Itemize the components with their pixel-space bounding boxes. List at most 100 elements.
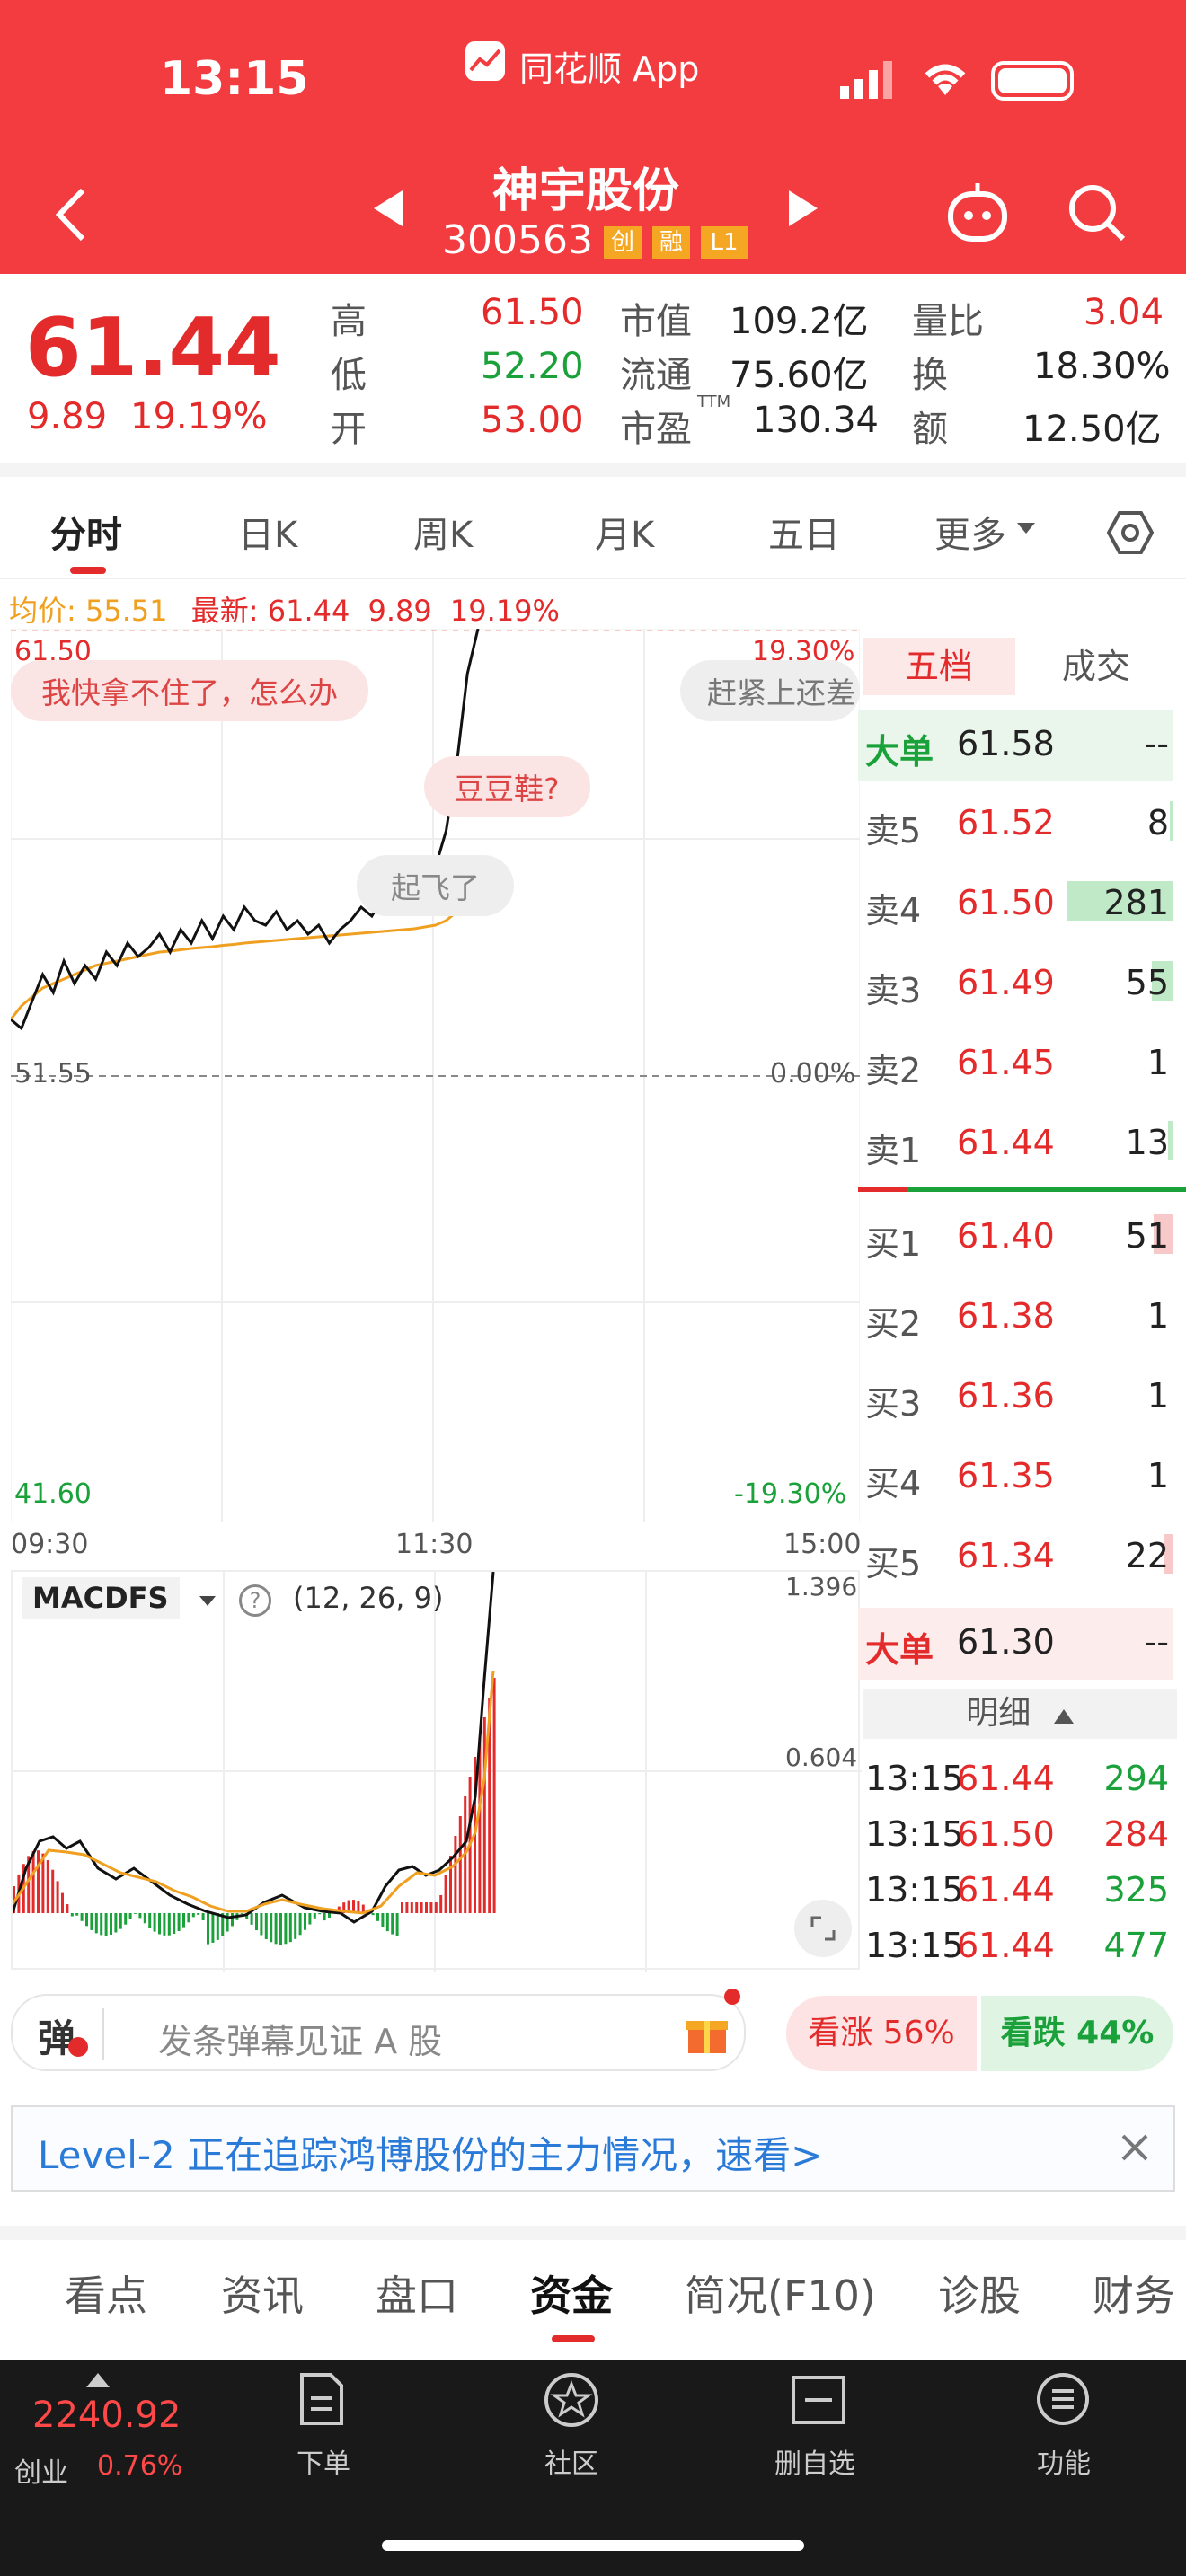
float-value: 75.60亿 <box>730 355 869 396</box>
trade-vol: 477 <box>1103 1926 1169 1965</box>
dock-remove-watchlist[interactable]: 删自选 <box>774 2441 855 2481</box>
next-stock-icon[interactable] <box>785 189 821 232</box>
bid-vol: 1 <box>1146 1456 1169 1495</box>
dock-community[interactable]: 社区 <box>544 2441 598 2481</box>
chevron-down-icon <box>199 1593 216 1610</box>
expand-icon[interactable] <box>794 1900 852 1957</box>
danmaku-bubble[interactable]: 我快拿不住了，怎么办 <box>11 660 368 721</box>
tab-five-levels[interactable]: 五档 <box>863 638 1015 695</box>
index-value[interactable]: 2240.92 <box>32 2395 181 2436</box>
mktcap-label: 市值 <box>620 301 692 342</box>
bid-row[interactable]: 买4 61.35 1 <box>858 1443 1173 1515</box>
back-icon[interactable] <box>54 187 90 246</box>
ask-row[interactable]: 卖3 61.49 55 <box>858 950 1173 1022</box>
macd-bar <box>182 1913 185 1928</box>
notification-dot <box>724 1989 740 2005</box>
tab-more[interactable]: 更多 <box>934 506 1006 558</box>
order-book: 五档 成交 大单 61.58 -- 卖5 61.52 8 卖4 61.50 281 卖3 61… <box>858 629 1186 1967</box>
avg-value: 55.51 <box>84 594 168 628</box>
macd-dif-line <box>11 1571 495 1924</box>
danmaku-bubble[interactable]: 豆豆鞋? <box>424 756 590 817</box>
prev-stock-icon[interactable] <box>370 189 406 232</box>
tab-monthly-k[interactable]: 月K <box>595 506 654 558</box>
search-icon[interactable] <box>1067 183 1127 246</box>
macd-bar <box>167 1913 171 1936</box>
high-label: 高 <box>331 301 367 342</box>
bullish-button[interactable]: 看涨 56% <box>786 1996 977 2071</box>
y-mid-label: 51.55 <box>14 1058 92 1090</box>
order-icon[interactable] <box>296 2371 347 2430</box>
ask-row[interactable]: 卖4 61.50 281 <box>858 870 1173 942</box>
tab-highlights[interactable]: 看点 <box>65 2263 147 2323</box>
community-icon[interactable] <box>543 2371 600 2432</box>
tab-five-day[interactable]: 五日 <box>768 506 840 558</box>
remove-watchlist-icon[interactable] <box>791 2375 846 2429</box>
macd-bar <box>454 1836 457 1913</box>
dock-order[interactable]: 下单 <box>296 2441 350 2481</box>
ask-vol: 55 <box>1125 963 1169 1002</box>
danmaku-bubble[interactable]: 起飞了 <box>357 855 514 916</box>
tab-news[interactable]: 资讯 <box>221 2263 304 2323</box>
bid-label: 买4 <box>865 1464 922 1504</box>
help-icon[interactable]: ? <box>239 1584 271 1617</box>
settings-icon[interactable] <box>1106 509 1155 560</box>
last-value: 61.44 <box>267 594 350 628</box>
index-pct: 0.76% <box>97 2450 183 2482</box>
open-label: 开 <box>331 409 367 450</box>
tab-handicap[interactable]: 盘口 <box>376 2263 458 2323</box>
home-indicator[interactable] <box>382 2540 804 2551</box>
macd-bar <box>211 1913 215 1943</box>
bid-row[interactable]: 买3 61.36 1 <box>858 1363 1173 1435</box>
ask-label: 卖5 <box>865 811 922 851</box>
bearish-button[interactable]: 看跌 44% <box>981 1996 1173 2071</box>
macd-bar <box>163 1913 166 1936</box>
gift-icon[interactable] <box>685 2012 730 2055</box>
ask-label: 卖4 <box>865 891 922 931</box>
macd-bar <box>187 1913 190 1923</box>
bid-price: 61.36 <box>957 1376 1055 1416</box>
triangle-up-icon <box>86 2373 110 2391</box>
bid-row[interactable]: 买2 61.38 1 <box>858 1284 1173 1355</box>
bid-row[interactable]: 买5 61.34 22 <box>858 1523 1173 1595</box>
robot-icon[interactable] <box>945 181 1010 248</box>
macd-bar <box>104 1913 108 1936</box>
tab-finance[interactable]: 财务 <box>1093 2263 1175 2323</box>
danmu-input-bar[interactable]: 弹 发条弹幕见证 A 股 <box>11 1989 746 2071</box>
macd-bar <box>444 1875 447 1913</box>
macd-bar <box>90 1913 93 1930</box>
macd-bar <box>482 1717 486 1913</box>
bid-label: 买1 <box>865 1224 922 1264</box>
macd-name[interactable]: MACDFS <box>22 1577 180 1619</box>
tab-daily-k[interactable]: 日K <box>238 506 297 558</box>
ask-row[interactable]: 卖1 61.44 13 <box>858 1110 1173 1182</box>
macd-bar <box>313 1913 316 1919</box>
close-icon[interactable] <box>1120 2132 1150 2166</box>
macd-bar <box>371 1913 375 1916</box>
ask-vol: 8 <box>1146 803 1169 842</box>
tab-funds[interactable]: 资金 <box>530 2263 613 2323</box>
tab-diagnosis[interactable]: 诊股 <box>938 2263 1021 2323</box>
menu-icon[interactable] <box>1035 2371 1091 2430</box>
macd-bar <box>134 1913 137 1914</box>
detail-header[interactable]: 明细 <box>863 1689 1177 1739</box>
intraday-chart[interactable]: 61.50 51.55 41.60 19.30% 0.00% -19.30% 我… <box>9 628 861 1526</box>
pct-mid-label: 0.00% <box>770 1058 856 1090</box>
ask-row[interactable]: 卖2 61.45 1 <box>858 1030 1173 1102</box>
tab-profile[interactable]: 简况(F10) <box>685 2263 876 2323</box>
danmaku-bubble[interactable]: 赶紧上还差 <box>680 660 860 721</box>
trade-vol: 325 <box>1103 1870 1169 1910</box>
ask-vol: 13 <box>1125 1123 1169 1162</box>
bid-vol: 22 <box>1125 1536 1169 1575</box>
ask-price: 61.50 <box>957 883 1055 922</box>
bid-row[interactable]: 买1 61.40 51 <box>858 1204 1173 1275</box>
dock-function[interactable]: 功能 <box>1037 2441 1091 2481</box>
level2-banner[interactable]: Level-2 正在追踪鸿博股份的主力情况，速看> <box>11 2105 1175 2192</box>
detail-label: 明细 <box>966 1695 1031 1732</box>
macd-bar <box>153 1913 156 1932</box>
macd-panel[interactable]: MACDFS ? (12, 26, 9) 1.396 0.604 <box>11 1570 862 1972</box>
macd-bar <box>492 1678 496 1913</box>
ask-row[interactable]: 卖5 61.52 8 <box>858 790 1173 862</box>
tab-trades[interactable]: 成交 <box>1020 638 1173 695</box>
tab-weekly-k[interactable]: 周K <box>413 506 473 558</box>
tab-intraday[interactable]: 分时 <box>50 506 122 558</box>
